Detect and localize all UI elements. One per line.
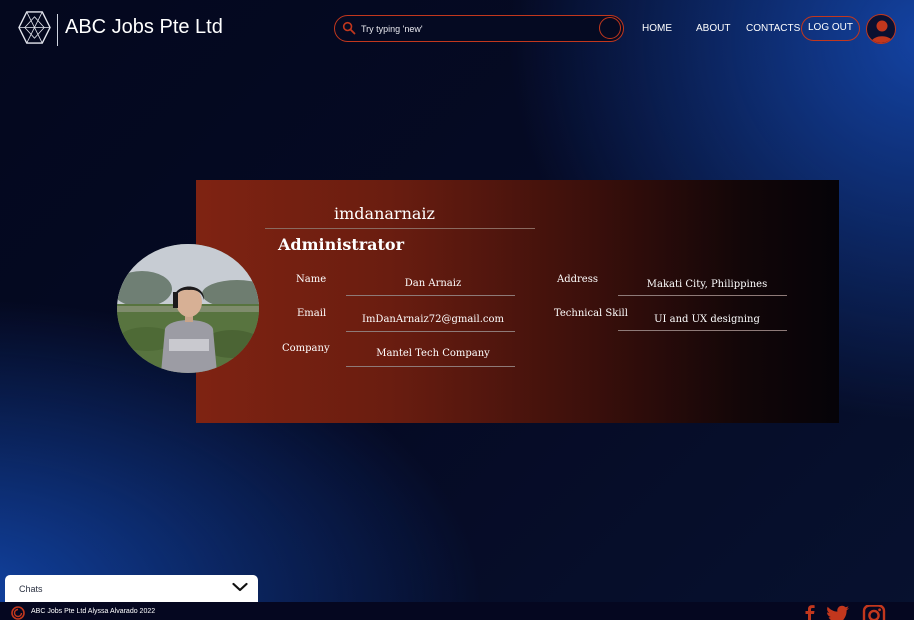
user-avatar-button[interactable] xyxy=(866,14,896,44)
address-underline xyxy=(618,295,787,296)
company-underline xyxy=(346,366,515,367)
chats-panel-toggle[interactable]: Chats xyxy=(5,575,258,602)
geometric-logo-icon[interactable] xyxy=(18,11,51,44)
email-value: ImDanArnaiz72@gmail.com xyxy=(362,314,504,325)
chevron-down-icon[interactable] xyxy=(232,582,248,592)
profile-role: Administrator xyxy=(278,235,405,254)
email-underline xyxy=(346,331,515,332)
facebook-icon[interactable] xyxy=(798,605,822,620)
search-submit-button[interactable] xyxy=(599,17,621,39)
profile-card xyxy=(196,180,839,423)
chats-label: Chats xyxy=(19,584,43,594)
user-avatar-icon xyxy=(871,20,893,43)
brand-name[interactable]: ABC Jobs Pte Ltd xyxy=(65,16,223,39)
nav-contacts-link[interactable]: CONTACTS xyxy=(746,23,800,34)
address-value: Makati City, Philippines xyxy=(646,279,768,290)
email-label: Email xyxy=(297,308,327,319)
company-label: Company xyxy=(282,343,330,354)
logo-divider xyxy=(57,14,58,46)
profile-photo xyxy=(117,244,259,373)
technical-skill-value: UI and UX designing xyxy=(654,314,760,325)
top-navbar: ABC Jobs Pte Ltd HOME ABOUT CONTACTS LOG… xyxy=(0,0,914,58)
name-underline xyxy=(346,295,515,296)
search-icon xyxy=(342,21,356,35)
logout-button[interactable]: LOG OUT xyxy=(801,16,860,41)
nav-about-link[interactable]: ABOUT xyxy=(696,23,730,34)
name-label: Name xyxy=(296,274,327,285)
footer-copyright: ABC Jobs Pte Ltd Alyssa Alvarado 2022 xyxy=(31,608,156,615)
instagram-icon[interactable] xyxy=(862,605,886,620)
footer: ABC Jobs Pte Ltd Alyssa Alvarado 2022 xyxy=(0,602,914,620)
technical-skill-underline xyxy=(618,330,787,331)
profile-username: imdanarnaiz xyxy=(334,204,435,223)
company-value: Mantel Tech Company xyxy=(376,348,490,359)
address-label: Address xyxy=(557,274,598,285)
username-underline xyxy=(265,228,535,229)
twitter-icon[interactable] xyxy=(826,605,850,620)
search-bar xyxy=(334,15,624,42)
footer-logo-icon xyxy=(11,606,25,620)
search-input[interactable] xyxy=(361,20,591,37)
technical-skill-label: Technical Skill xyxy=(554,308,628,319)
name-value: Dan Arnaiz xyxy=(404,278,462,289)
nav-home-link[interactable]: HOME xyxy=(642,23,672,34)
